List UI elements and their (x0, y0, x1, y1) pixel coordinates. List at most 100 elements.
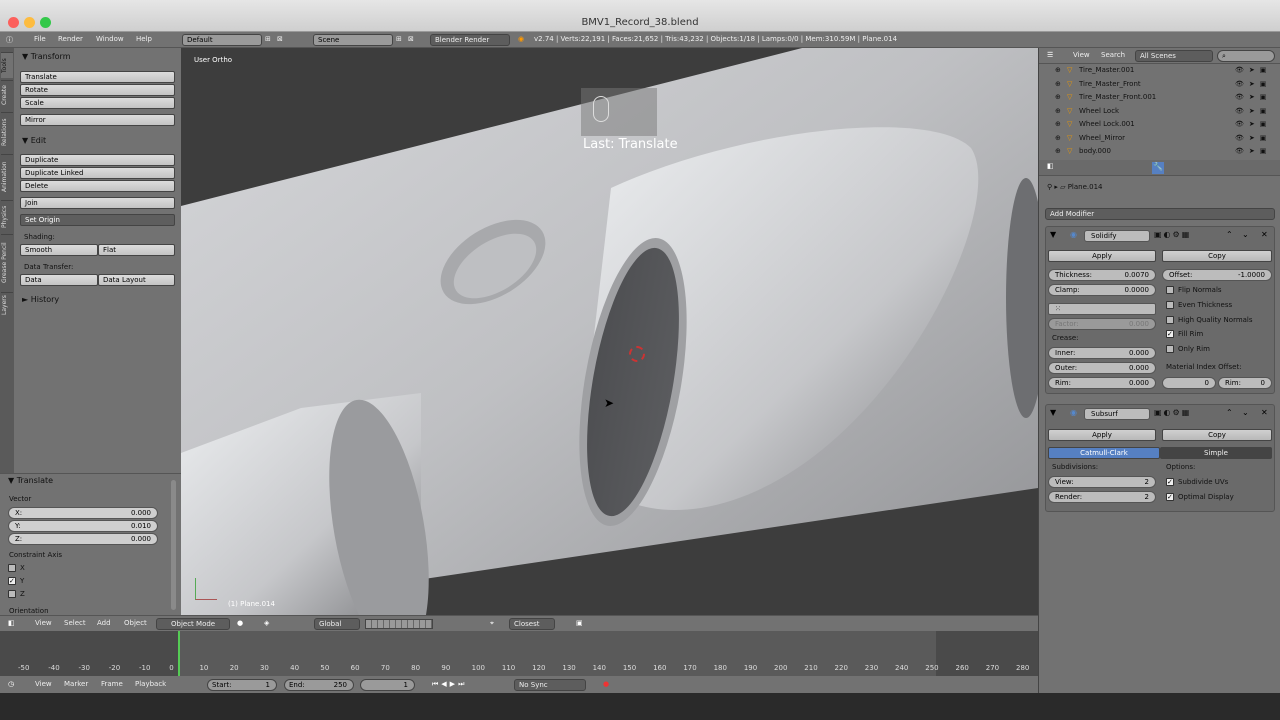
tl-menu-playback[interactable]: Playback (135, 680, 166, 688)
viewport-editor-icon[interactable]: ◧ (8, 619, 15, 627)
outliner-row[interactable]: ⊕ ▽ body.000 👁➤▣ (1039, 147, 1280, 160)
crease-outer-field[interactable]: Outer: 0.000 (1048, 362, 1156, 374)
clamp-field[interactable]: Clamp: 0.0000 (1048, 284, 1156, 296)
sync-mode-select[interactable]: No Sync (514, 679, 586, 691)
expand-icon[interactable]: ⊕ (1055, 107, 1061, 115)
outliner-row[interactable]: ⊕ ▽ Tire_Master_Front.001 👁➤▣ (1039, 93, 1280, 106)
subsurf-render-field[interactable]: Render: 2 (1048, 491, 1156, 503)
subsurf-move-down-icon[interactable]: ⌄ (1242, 408, 1249, 417)
outliner-search-field[interactable]: ⌕ (1217, 50, 1275, 62)
subsurf-view-field[interactable]: View: 2 (1048, 476, 1156, 488)
restrict-icons[interactable]: 👁➤▣ (1235, 66, 1271, 74)
solidify-name-field[interactable]: Solidify (1084, 230, 1150, 242)
modifier-tab-icon[interactable]: 🔧 (1152, 162, 1164, 174)
data-button[interactable]: Data (20, 274, 98, 286)
outliner-menu-search[interactable]: Search (1101, 51, 1125, 59)
subsurf-copy-button[interactable]: Copy (1162, 429, 1272, 441)
restrict-icons[interactable]: 👁➤▣ (1235, 107, 1271, 115)
fill-rim-checkbox[interactable]: ✓ (1166, 330, 1174, 338)
smooth-button[interactable]: Smooth (20, 244, 98, 256)
constraint-z-checkbox[interactable] (8, 590, 16, 598)
tl-menu-frame[interactable]: Frame (101, 680, 123, 688)
render-engine-select[interactable]: Blender Render (430, 34, 510, 46)
history-panel-header[interactable]: ► History (22, 295, 59, 304)
pivot-icon[interactable]: ◈ (264, 619, 269, 627)
subsurf-visibility-icons[interactable]: ▣◐⚙▦ (1154, 408, 1191, 417)
delete-button[interactable]: Delete (20, 180, 175, 192)
duplicate-linked-button[interactable]: Duplicate Linked (20, 167, 175, 179)
outliner-row[interactable]: ⊕ ▽ Wheel Lock.001 👁➤▣ (1039, 120, 1280, 133)
restrict-icons[interactable]: 👁➤▣ (1235, 147, 1271, 155)
snap-target-select[interactable]: Closest (509, 618, 555, 630)
subsurf-move-up-icon[interactable]: ⌃ (1226, 408, 1233, 417)
playhead[interactable] (178, 631, 180, 676)
offset-field[interactable]: Offset: -1.0000 (1162, 269, 1272, 281)
timeline-editor-icon[interactable]: ◷ (8, 680, 14, 688)
vertex-group-field[interactable]: ⁙ (1048, 303, 1156, 315)
menu-add[interactable]: Add (97, 619, 111, 627)
scene-add-icon[interactable]: ⊞ (396, 35, 402, 43)
editor-type-icon[interactable]: ⓘ (6, 35, 13, 45)
transform-panel-header[interactable]: ▼ Transform (22, 52, 71, 61)
constraint-x-checkbox[interactable] (8, 564, 16, 572)
vector-y-field[interactable]: Y: 0.010 (8, 520, 158, 532)
mode-select[interactable]: Object Mode (156, 618, 230, 630)
expand-icon[interactable]: ⊕ (1055, 80, 1061, 88)
subsurf-remove-icon[interactable]: ✕ (1261, 408, 1268, 417)
solidify-copy-button[interactable]: Copy (1162, 250, 1272, 262)
constraint-y-checkbox[interactable]: ✓ (8, 577, 16, 585)
only-rim-checkbox[interactable] (1166, 345, 1174, 353)
join-button[interactable]: Join (20, 197, 175, 209)
layout-add-icon[interactable]: ⊞ (265, 35, 271, 43)
3d-cursor[interactable] (629, 346, 645, 362)
menu-object[interactable]: Object (124, 619, 147, 627)
solidify-move-up-icon[interactable]: ⌃ (1226, 230, 1233, 239)
solidify-collapse-icon[interactable]: ▼ (1050, 230, 1056, 239)
expand-icon[interactable]: ⊕ (1055, 120, 1061, 128)
even-thickness-checkbox[interactable] (1166, 301, 1174, 309)
tab-layers[interactable]: Layers (1, 292, 13, 318)
tab-grease-pencil[interactable]: Grease Pencil (1, 234, 13, 290)
menu-window[interactable]: Window (96, 35, 124, 43)
solidify-apply-button[interactable]: Apply (1048, 250, 1156, 262)
optimal-display-checkbox[interactable]: ✓ (1166, 493, 1174, 501)
menu-render[interactable]: Render (58, 35, 83, 43)
catmull-clark-toggle[interactable]: Catmull-Clark (1048, 447, 1160, 459)
scene-remove-icon[interactable]: ⊠ (408, 35, 414, 43)
scene-select[interactable]: Scene (313, 34, 393, 46)
render-preview-icon[interactable]: ▣ (576, 619, 583, 627)
layers-grid[interactable] (365, 619, 433, 629)
crease-inner-field[interactable]: Inner: 0.000 (1048, 347, 1156, 359)
shading-mode-icon[interactable]: ● (237, 619, 243, 627)
outliner-row[interactable]: ⊕ ▽ Wheel_Mirror 👁➤▣ (1039, 134, 1280, 147)
timeline[interactable]: -50 -40 -30 -20 -10 0 10 20 30 40 50 60 70 80 90 100 110… (0, 631, 1038, 676)
redo-scrollbar[interactable] (171, 480, 176, 610)
edit-panel-header[interactable]: ▼ Edit (22, 136, 46, 145)
tab-animation[interactable]: Animation (1, 154, 13, 198)
outliner-row[interactable]: ⊕ ▽ Tire_Master_Front 👁➤▣ (1039, 80, 1280, 93)
playback-controls[interactable]: ⏮◀▶⏭ (432, 680, 467, 689)
outliner-editor-icon[interactable]: ☰ (1047, 51, 1053, 59)
material-rim-field[interactable]: Rim: 0 (1218, 377, 1272, 389)
solidify-visibility-icons[interactable]: ▣◐⚙▦ (1154, 230, 1191, 239)
tab-relations[interactable]: Relations (1, 112, 13, 152)
outliner-row[interactable]: ⊕ ▽ Tire_Master.001 👁➤▣ (1039, 66, 1280, 79)
menu-view[interactable]: View (35, 619, 52, 627)
mirror-button[interactable]: Mirror (20, 114, 175, 126)
outliner-menu-view[interactable]: View (1073, 51, 1090, 59)
data-layout-button[interactable]: Data Layout (98, 274, 175, 286)
redo-panel-header[interactable]: ▼ Translate (8, 476, 53, 485)
record-icon[interactable]: ● (603, 680, 609, 688)
tab-physics[interactable]: Physics (1, 200, 13, 232)
restrict-icons[interactable]: 👁➤▣ (1235, 134, 1271, 142)
translate-button[interactable]: Translate (20, 71, 175, 83)
subsurf-name-field[interactable]: Subsurf (1084, 408, 1150, 420)
subdivide-uvs-checkbox[interactable]: ✓ (1166, 478, 1174, 486)
restrict-icons[interactable]: 👁➤▣ (1235, 93, 1271, 101)
properties-editor-icon[interactable]: ◧ (1047, 162, 1054, 170)
high-quality-normals-checkbox[interactable] (1166, 316, 1174, 324)
restrict-icons[interactable]: 👁➤▣ (1235, 120, 1271, 128)
flat-button[interactable]: Flat (98, 244, 175, 256)
expand-icon[interactable]: ⊕ (1055, 66, 1061, 74)
snap-magnet-icon[interactable]: ⌖ (490, 619, 494, 628)
